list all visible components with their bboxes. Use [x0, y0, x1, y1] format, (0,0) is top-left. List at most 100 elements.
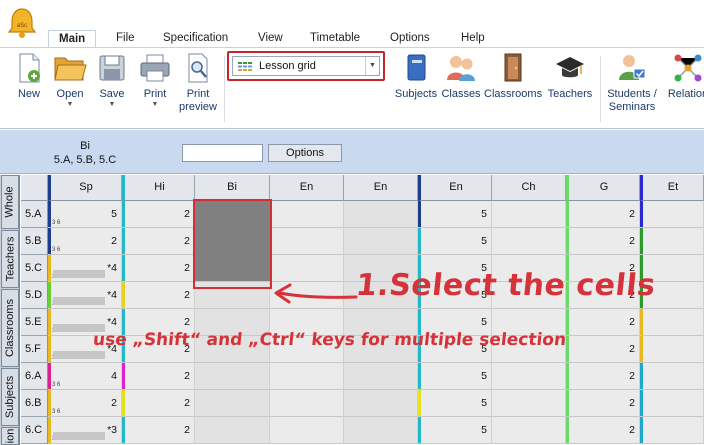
print-button[interactable]: Print ▼: [139, 52, 171, 109]
table-cell[interactable]: 2: [566, 201, 640, 228]
open-dropdown-icon[interactable]: ▼: [53, 101, 87, 109]
print-preview-button[interactable]: Print preview: [178, 52, 218, 114]
row-header-5.b[interactable]: 5.B: [21, 228, 48, 255]
options-button[interactable]: Options: [268, 144, 342, 162]
table-cell[interactable]: 2 3 6: [48, 228, 122, 255]
new-button[interactable]: New: [14, 52, 44, 101]
table-cell[interactable]: 2: [566, 390, 640, 417]
column-header-bi[interactable]: Bi: [195, 175, 270, 201]
table-cell[interactable]: *43 6: [48, 282, 122, 309]
row-header-5.e[interactable]: 5.E: [21, 309, 48, 336]
table-cell[interactable]: [344, 417, 418, 444]
filter-input[interactable]: [182, 144, 263, 162]
table-cell[interactable]: [270, 363, 344, 390]
table-cell[interactable]: 5: [418, 390, 492, 417]
table-cell[interactable]: [344, 228, 418, 255]
table-cell[interactable]: [492, 390, 566, 417]
column-header-hi[interactable]: Hi: [122, 175, 195, 201]
subjects-button[interactable]: Subjects: [394, 52, 438, 101]
open-button[interactable]: Open ▼: [53, 52, 87, 109]
table-cell[interactable]: [344, 363, 418, 390]
column-header-en[interactable]: En: [270, 175, 344, 201]
column-header-en[interactable]: En: [344, 175, 418, 201]
row-header-6.b[interactable]: 6.B: [21, 390, 48, 417]
table-cell[interactable]: 2: [122, 282, 195, 309]
table-cell[interactable]: *43 6: [48, 255, 122, 282]
table-cell[interactable]: 2: [566, 417, 640, 444]
column-header-ch[interactable]: Ch: [492, 175, 566, 201]
side-tab-whole[interactable]: Whole: [1, 175, 19, 229]
table-cell[interactable]: 2: [122, 228, 195, 255]
table-cell[interactable]: 2 3 6: [48, 390, 122, 417]
row-header-6.c[interactable]: 6.C: [21, 417, 48, 444]
table-cell[interactable]: 2: [122, 255, 195, 282]
table-cell[interactable]: 5: [418, 201, 492, 228]
table-cell[interactable]: 2: [566, 309, 640, 336]
classrooms-button[interactable]: Classrooms: [484, 52, 542, 101]
save-button[interactable]: Save ▼: [97, 52, 127, 109]
table-cell[interactable]: [195, 363, 270, 390]
side-tab-classrooms[interactable]: Classrooms: [1, 289, 19, 367]
row-header-5.d[interactable]: 5.D: [21, 282, 48, 309]
table-cell[interactable]: [492, 228, 566, 255]
side-tab-teachers[interactable]: Teachers: [1, 230, 19, 288]
tab-options[interactable]: Options: [380, 30, 440, 48]
table-cell[interactable]: 2: [122, 363, 195, 390]
side-tab-subjects[interactable]: Subjects: [1, 368, 19, 426]
tab-timetable[interactable]: Timetable: [300, 30, 370, 48]
table-cell[interactable]: [640, 228, 704, 255]
students-seminars-button[interactable]: Students / Seminars: [606, 52, 658, 114]
teachers-button[interactable]: Teachers: [546, 52, 594, 101]
column-header-en[interactable]: En: [418, 175, 492, 201]
table-cell[interactable]: 2: [566, 363, 640, 390]
classes-button[interactable]: Classes: [441, 52, 481, 101]
tab-file[interactable]: File: [106, 30, 145, 48]
table-cell[interactable]: [640, 390, 704, 417]
table-cell[interactable]: [640, 417, 704, 444]
table-cell[interactable]: [195, 390, 270, 417]
table-cell[interactable]: [270, 255, 344, 282]
table-cell[interactable]: [492, 363, 566, 390]
table-cell[interactable]: 2: [122, 201, 195, 228]
column-header-sp[interactable]: Sp: [48, 175, 122, 201]
tab-view[interactable]: View: [248, 30, 293, 48]
relations-button[interactable]: Relation: [666, 52, 704, 101]
row-header-6.a[interactable]: 6.A: [21, 363, 48, 390]
table-cell[interactable]: [640, 363, 704, 390]
table-cell[interactable]: [640, 336, 704, 363]
table-cell[interactable]: [344, 390, 418, 417]
table-cell[interactable]: 2: [566, 228, 640, 255]
view-select-dropdown[interactable]: Lesson grid ▼: [232, 56, 380, 76]
print-dropdown-icon[interactable]: ▼: [139, 101, 171, 109]
table-cell[interactable]: 2: [122, 417, 195, 444]
chevron-down-icon[interactable]: ▼: [365, 57, 379, 75]
row-header-5.f[interactable]: 5.F: [21, 336, 48, 363]
save-dropdown-icon[interactable]: ▼: [97, 101, 127, 109]
row-header-5.a[interactable]: 5.A: [21, 201, 48, 228]
table-cell[interactable]: [195, 417, 270, 444]
table-cell[interactable]: [492, 417, 566, 444]
column-header-g[interactable]: G: [566, 175, 640, 201]
table-cell[interactable]: [270, 201, 344, 228]
table-cell[interactable]: 5: [418, 228, 492, 255]
table-cell[interactable]: [270, 417, 344, 444]
table-cell[interactable]: 5: [418, 363, 492, 390]
side-tab-more[interactable]: ion: [1, 427, 19, 445]
column-header-et[interactable]: Et: [640, 175, 704, 201]
table-cell[interactable]: [492, 201, 566, 228]
table-cell[interactable]: [344, 201, 418, 228]
table-cell[interactable]: [640, 309, 704, 336]
table-cell[interactable]: [270, 228, 344, 255]
table-cell[interactable]: 5 3 6: [48, 201, 122, 228]
table-cell[interactable]: 2: [122, 390, 195, 417]
table-cell[interactable]: [270, 390, 344, 417]
tab-main[interactable]: Main: [48, 30, 97, 48]
tab-specification[interactable]: Specification: [153, 30, 238, 48]
row-header-5.c[interactable]: 5.C: [21, 255, 48, 282]
tab-help[interactable]: Help: [451, 30, 495, 48]
table-cell[interactable]: 4 3 6: [48, 363, 122, 390]
table-cell[interactable]: [640, 201, 704, 228]
table-cell[interactable]: 2: [566, 336, 640, 363]
table-cell[interactable]: 5: [418, 417, 492, 444]
table-cell[interactable]: *33 6: [48, 417, 122, 444]
